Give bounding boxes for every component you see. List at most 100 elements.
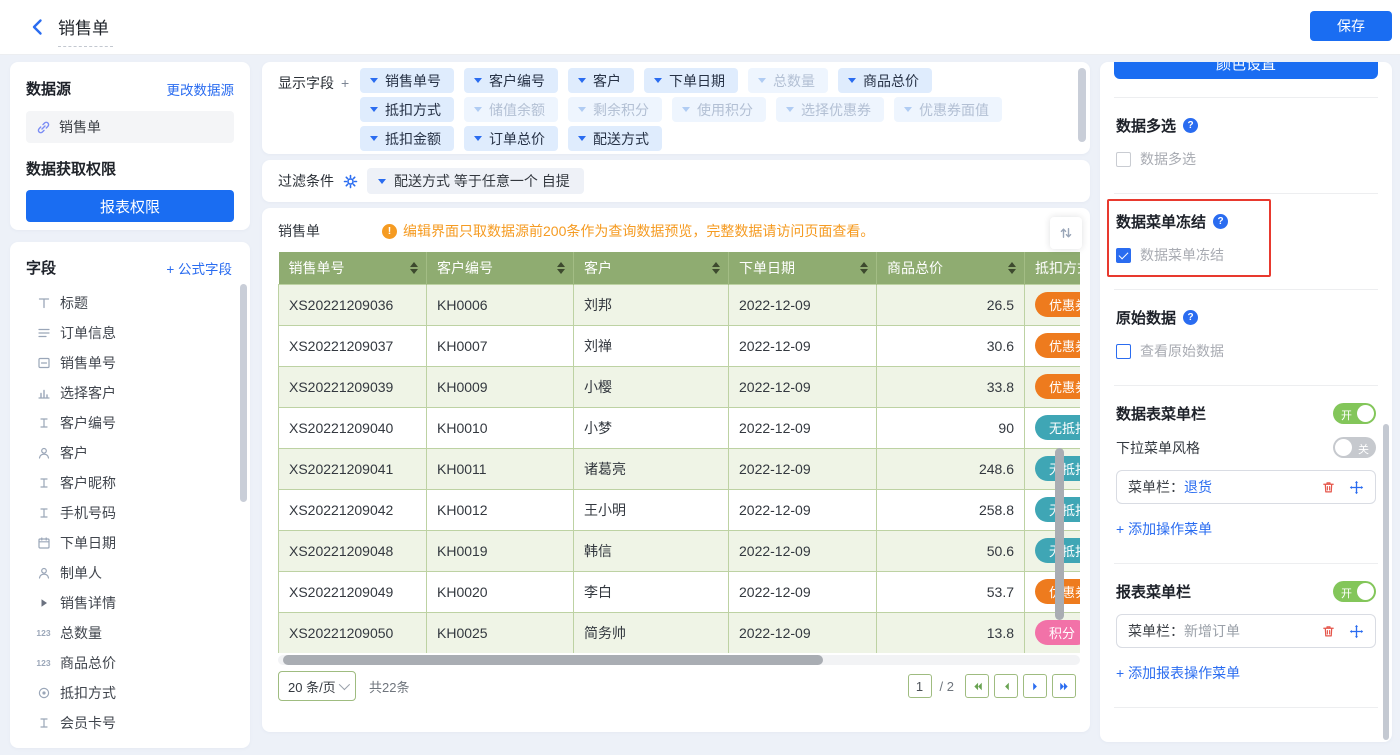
menu-freeze-checkbox-row[interactable]: 数据菜单冻结 bbox=[1116, 245, 1376, 265]
field-item[interactable]: 标题 bbox=[26, 288, 240, 318]
add-formula-field-link[interactable]: + 公式字段 bbox=[166, 258, 232, 278]
display-field-chip[interactable]: 选择优惠券 bbox=[776, 97, 884, 122]
field-item[interactable]: 客户昵称 bbox=[26, 468, 240, 498]
first-page-button[interactable] bbox=[965, 674, 989, 698]
field-item[interactable]: 销售单号 bbox=[26, 348, 240, 378]
num-icon: 123 bbox=[36, 656, 51, 671]
display-field-chip[interactable]: 配送方式 bbox=[568, 126, 662, 151]
field-item[interactable]: 客户编号 bbox=[26, 408, 240, 438]
change-datasource-link[interactable]: 更改数据源 bbox=[167, 79, 235, 99]
column-header[interactable]: 客户编号 bbox=[427, 252, 574, 284]
checkbox-checked[interactable] bbox=[1116, 248, 1131, 263]
fields-title: 字段 bbox=[26, 257, 56, 278]
input-icon bbox=[36, 476, 51, 491]
color-settings-button[interactable]: 颜色设置 bbox=[1114, 62, 1378, 79]
field-item[interactable]: 手机号码 bbox=[26, 498, 240, 528]
display-field-chip[interactable]: 剩余积分 bbox=[568, 97, 662, 122]
field-item[interactable]: 抵扣方式 bbox=[26, 678, 240, 708]
help-icon[interactable]: ? bbox=[1213, 214, 1228, 229]
filter-gear-icon[interactable] bbox=[343, 174, 358, 189]
section-multi-select: 数据多选 ? 数据多选 bbox=[1114, 98, 1378, 193]
report-permission-button[interactable]: 报表权限 bbox=[26, 190, 234, 222]
field-label: 商品总价 bbox=[60, 653, 116, 673]
settings-scrollbar[interactable] bbox=[1383, 424, 1389, 740]
cell-total-price: 258.8 bbox=[877, 489, 1025, 530]
trash-icon[interactable] bbox=[1321, 480, 1336, 495]
move-icon[interactable] bbox=[1349, 624, 1364, 639]
column-header[interactable]: 销售单号 bbox=[279, 252, 427, 284]
chevron-down-icon bbox=[474, 78, 482, 83]
page-size-select[interactable]: 20 条/页 bbox=[278, 671, 356, 701]
display-field-chip[interactable]: 总数量 bbox=[748, 68, 828, 93]
cell-order-no: XS20221209049 bbox=[279, 571, 427, 612]
display-fields-scrollbar[interactable] bbox=[1078, 68, 1086, 142]
field-item[interactable]: 制单人 bbox=[26, 558, 240, 588]
table-v-scrollbar[interactable] bbox=[1055, 448, 1064, 620]
checkbox-unchecked[interactable] bbox=[1116, 152, 1131, 167]
field-item[interactable]: 订单信息 bbox=[26, 318, 240, 348]
field-item[interactable]: 123 商品总价 bbox=[26, 648, 240, 678]
raw-data-checkbox-row[interactable]: 查看原始数据 bbox=[1116, 341, 1376, 361]
display-field-chip[interactable]: 使用积分 bbox=[672, 97, 766, 122]
display-field-chip[interactable]: 商品总价 bbox=[838, 68, 932, 93]
display-field-chip[interactable]: 销售单号 bbox=[360, 68, 454, 93]
fields-scrollbar[interactable] bbox=[240, 284, 247, 502]
help-icon[interactable]: ? bbox=[1183, 118, 1198, 133]
add-action-menu-link[interactable]: + 添加操作菜单 bbox=[1116, 519, 1376, 539]
checkbox-unchecked[interactable] bbox=[1116, 344, 1131, 359]
table-h-scrollbar[interactable] bbox=[283, 655, 823, 665]
field-item[interactable]: 123总数量 bbox=[26, 618, 240, 648]
prev-page-button[interactable] bbox=[994, 674, 1018, 698]
report-menu-toggle[interactable]: 开 bbox=[1333, 581, 1376, 602]
move-icon[interactable] bbox=[1349, 480, 1364, 495]
dropdown-style-toggle[interactable]: 关 bbox=[1333, 437, 1376, 458]
chevron-down-icon bbox=[370, 78, 378, 83]
trash-icon[interactable] bbox=[1321, 624, 1336, 639]
back-icon[interactable] bbox=[28, 17, 48, 37]
field-item[interactable]: 选择客户 bbox=[26, 378, 240, 408]
last-page-button[interactable] bbox=[1052, 674, 1076, 698]
menu-item-value[interactable]: 退货 bbox=[1184, 477, 1212, 497]
save-button[interactable]: 保存 bbox=[1310, 11, 1392, 41]
datasource-name: 销售单 bbox=[59, 117, 101, 137]
column-header[interactable]: 商品总价 bbox=[877, 252, 1025, 284]
filter-condition-chip[interactable]: 配送方式 等于任意一个 自提 bbox=[367, 168, 584, 194]
cell-customer: 简务帅 bbox=[574, 612, 729, 653]
column-header[interactable]: 下单日期 bbox=[729, 252, 877, 284]
menu-item-box[interactable]: 菜单栏： 新增订单 bbox=[1116, 614, 1376, 648]
display-field-chip[interactable]: 订单总价 bbox=[464, 126, 558, 151]
deduction-badge: 无抵扣 bbox=[1035, 415, 1080, 440]
current-page-box[interactable]: 1 bbox=[908, 674, 932, 698]
datasource-item[interactable]: 销售单 bbox=[26, 111, 234, 143]
display-field-chip[interactable]: 抵扣方式 bbox=[360, 97, 454, 122]
display-field-chip[interactable]: 下单日期 bbox=[644, 68, 738, 93]
display-field-chip[interactable]: 客户 bbox=[568, 68, 634, 93]
field-item[interactable]: 销售详情 bbox=[26, 588, 240, 618]
input-icon bbox=[36, 416, 51, 431]
field-item[interactable]: 客户 bbox=[26, 438, 240, 468]
display-field-chip[interactable]: 抵扣金额 bbox=[360, 126, 454, 151]
multi-select-checkbox-row[interactable]: 数据多选 bbox=[1116, 149, 1376, 169]
menu-item-value[interactable]: 新增订单 bbox=[1184, 621, 1240, 641]
table-menu-toggle[interactable]: 开 bbox=[1333, 403, 1376, 424]
page-title[interactable]: 销售单 bbox=[58, 14, 113, 47]
display-field-chip[interactable]: 储值余额 bbox=[464, 97, 558, 122]
cell-customer: 王小明 bbox=[574, 489, 729, 530]
cell-total-price: 13.8 bbox=[877, 612, 1025, 653]
chip-label: 使用积分 bbox=[697, 100, 753, 120]
add-display-field-button[interactable]: + bbox=[341, 75, 349, 91]
chevron-down-icon bbox=[904, 107, 912, 112]
table-sort-button[interactable] bbox=[1050, 217, 1082, 249]
add-report-action-menu-link[interactable]: + 添加报表操作菜单 bbox=[1116, 663, 1376, 683]
next-page-button[interactable] bbox=[1023, 674, 1047, 698]
field-item[interactable]: 下单日期 bbox=[26, 528, 240, 558]
column-header[interactable]: 抵扣方式 bbox=[1025, 252, 1081, 284]
display-field-chip[interactable]: 优惠券面值 bbox=[894, 97, 1002, 122]
display-field-chip[interactable]: 客户编号 bbox=[464, 68, 558, 93]
column-header[interactable]: 客户 bbox=[574, 252, 729, 284]
chip-label: 选择优惠券 bbox=[801, 100, 871, 120]
field-item[interactable]: 会员卡号 bbox=[26, 708, 240, 738]
total-pages: / 2 bbox=[940, 679, 954, 694]
menu-item-box[interactable]: 菜单栏： 退货 bbox=[1116, 470, 1376, 504]
help-icon[interactable]: ? bbox=[1183, 310, 1198, 325]
